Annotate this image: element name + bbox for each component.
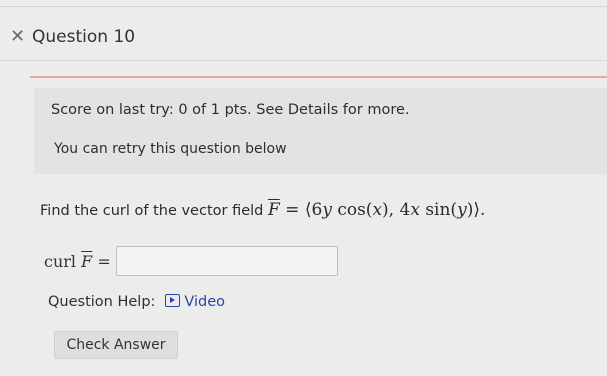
question-text: Find the curl of the vector field F = ⟨6… (40, 200, 485, 220)
question-prefix: Find the curl of the vector field (40, 203, 268, 219)
header-divider (0, 60, 607, 61)
incorrect-indicator-line (30, 76, 607, 78)
x-icon: ✕ (10, 26, 26, 47)
question-title: Question 10 (32, 27, 136, 47)
score-panel: Score on last try: 0 of 1 pts. See Detai… (34, 88, 607, 174)
score-text: Score on last try: 0 of 1 pts. See Detai… (51, 102, 410, 118)
retry-text: You can retry this question below (54, 141, 287, 157)
question-header: ✕ Question 10 (0, 22, 607, 62)
answer-label: curl F = (44, 252, 111, 271)
question-help: Question Help: Video (48, 294, 225, 310)
answer-input[interactable] (116, 246, 338, 276)
video-link-label: Video (184, 294, 226, 310)
check-answer-button[interactable]: Check Answer (54, 331, 178, 359)
vector-field-expression: F = ⟨6y cos(x), 4x sin(y)⟩. (267, 200, 486, 220)
video-link[interactable]: Video (165, 294, 225, 310)
top-divider (0, 6, 607, 7)
video-play-icon (165, 294, 181, 307)
question-help-label: Question Help: (48, 294, 156, 310)
